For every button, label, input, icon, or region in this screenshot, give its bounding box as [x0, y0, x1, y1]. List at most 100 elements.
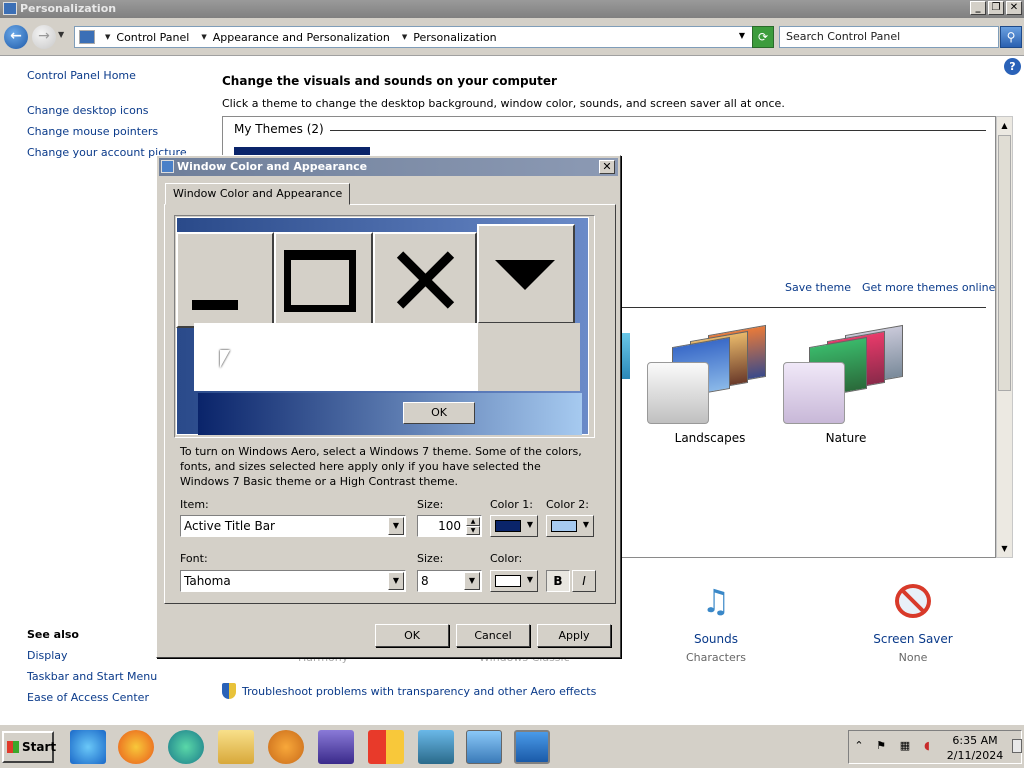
save-theme-link[interactable]: Save theme [785, 281, 851, 294]
remote-desktop-icon[interactable] [466, 730, 502, 764]
font-size-label: Size: [417, 552, 444, 565]
theme-label-nature: Nature [825, 431, 867, 445]
page-subtitle: Click a theme to change the desktop back… [222, 97, 785, 110]
firefox-icon[interactable] [118, 730, 154, 764]
file-explorer-icon[interactable] [218, 730, 254, 764]
address-bar[interactable]: ▼ Control Panel ▼ Appearance and Personali… [74, 26, 774, 48]
visual-studio-icon[interactable] [318, 730, 354, 764]
address-dropdown-icon[interactable]: ▼ [739, 31, 745, 40]
forward-button[interactable]: → [32, 25, 56, 49]
personalization-taskbar-icon[interactable] [514, 730, 550, 764]
scroll-thumb[interactable] [998, 135, 1011, 391]
see-also-heading: See also [27, 628, 79, 641]
clock-date: 2/11/2024 [946, 749, 1004, 762]
sounds-icon: ♫ [701, 582, 731, 620]
show-desktop-button[interactable] [1012, 739, 1022, 753]
chevron-down-icon[interactable]: ▼ [464, 572, 480, 590]
landscapes-thumbnail [647, 362, 709, 424]
dialog-apply-button[interactable]: Apply [537, 624, 611, 647]
back-button[interactable]: ← [4, 25, 28, 49]
windows-logo-icon [7, 741, 19, 753]
clock[interactable]: 6:35 AM 2/11/2024 [942, 733, 1008, 763]
dialog-cancel-button[interactable]: Cancel [456, 624, 530, 647]
chevron-down-icon: ▼ [582, 520, 589, 529]
mouse-cursor-icon [220, 350, 230, 368]
font-color-swatch [495, 575, 521, 587]
navigation-bar: ← → ▼ ▼ Control Panel ▼ Appearance and Per… [0, 18, 1024, 56]
color2-swatch [551, 520, 577, 532]
screen-saver-icon [893, 578, 933, 624]
sounds-sub: Characters [685, 651, 747, 664]
color1-swatch [495, 520, 521, 532]
themes-scrollbar[interactable]: ▲ ▼ [996, 116, 1013, 558]
bold-toggle[interactable]: B [546, 570, 570, 592]
see-also-ease-of-access[interactable]: Ease of Access Center [27, 691, 149, 704]
appearance-preview[interactable]: OK [174, 215, 595, 438]
minimize-button[interactable]: _ [970, 1, 986, 15]
edge-icon[interactable] [168, 730, 204, 764]
preview-ok-button: OK [403, 402, 475, 424]
font-select[interactable]: Tahoma ▼ [180, 570, 406, 592]
refresh-button[interactable]: ⟳ [752, 26, 774, 48]
scroll-up-icon[interactable]: ▲ [997, 117, 1012, 134]
color1-picker[interactable]: ▼ [490, 515, 538, 537]
color2-picker[interactable]: ▼ [546, 515, 594, 537]
dialog-title: Window Color and Appearance [177, 160, 368, 173]
breadcrumb-personalization[interactable]: ▼ Personalization [396, 31, 497, 44]
volume-muted-icon[interactable]: ◖ [920, 739, 934, 753]
sounds-item[interactable]: ♫ Sounds Characters [656, 578, 776, 664]
font-color-picker[interactable]: ▼ [490, 570, 538, 592]
troubleshoot-link[interactable]: Troubleshoot problems with transparency … [222, 683, 596, 699]
sidebar-change-desktop-icons[interactable]: Change desktop icons [27, 104, 149, 117]
chevron-down-icon[interactable]: ▼ [388, 517, 404, 535]
italic-toggle[interactable]: I [572, 570, 596, 592]
clock-time: 6:35 AM [952, 734, 998, 747]
help-icon[interactable]: ? [1004, 58, 1021, 75]
network-tray-icon[interactable]: ▦ [898, 739, 912, 753]
preview-maximize-icon [274, 232, 373, 328]
preview-close-icon [373, 232, 477, 328]
size-spinner[interactable]: 100 ▲ ▼ [417, 515, 482, 537]
breadcrumb-appearance[interactable]: ▼ Appearance and Personalization [195, 31, 390, 44]
dialog-ok-button[interactable]: OK [375, 624, 449, 647]
close-button[interactable]: ✕ [1006, 1, 1022, 15]
nature-thumbnail [783, 362, 845, 424]
see-also-taskbar[interactable]: Taskbar and Start Menu [27, 670, 157, 683]
office-icon[interactable] [368, 730, 404, 764]
font-size-select[interactable]: 8 ▼ [417, 570, 482, 592]
media-player-icon[interactable] [268, 730, 304, 764]
item-label: Item: [180, 498, 209, 511]
dialog-icon [161, 160, 174, 173]
sidebar-change-mouse-pointers[interactable]: Change mouse pointers [27, 125, 158, 138]
tab-window-color[interactable]: Window Color and Appearance [165, 183, 351, 205]
sounds-label: Sounds [693, 632, 739, 646]
restore-button[interactable]: ❐ [988, 1, 1004, 15]
breadcrumb-control-panel[interactable]: ▼ Control Panel [99, 31, 189, 44]
see-also-display[interactable]: Display [27, 649, 68, 662]
flag-icon[interactable]: ⚑ [874, 739, 888, 753]
shield-icon [222, 683, 236, 699]
internet-explorer-icon[interactable] [70, 730, 106, 764]
network-icon[interactable] [418, 730, 454, 764]
spin-up-icon[interactable]: ▲ [466, 517, 480, 526]
page-title: Change the visuals and sounds on your co… [222, 74, 557, 88]
window-title-bar: Personalization _ ❐ ✕ [0, 0, 1024, 18]
scroll-down-icon[interactable]: ▼ [997, 540, 1012, 557]
spin-down-icon[interactable]: ▼ [466, 526, 480, 535]
chevron-down-icon: ▼ [526, 575, 533, 584]
theme-thumbnail-partial[interactable] [620, 333, 630, 379]
sidebar-control-panel-home[interactable]: Control Panel Home [27, 69, 136, 82]
chevron-down-icon[interactable]: ▼ [388, 572, 404, 590]
screen-saver-item[interactable]: Screen Saver None [853, 578, 973, 664]
recent-pages-dropdown[interactable]: ▼ [58, 30, 64, 39]
window-color-dialog: Window Color and Appearance ✕ Window Col… [156, 155, 621, 658]
start-button[interactable]: Start [2, 731, 56, 763]
search-icon[interactable]: ⚲ [1000, 26, 1022, 48]
item-select[interactable]: Active Title Bar ▼ [180, 515, 406, 537]
get-more-themes-link[interactable]: Get more themes online [862, 281, 995, 294]
show-hidden-icons[interactable]: ⌃ [852, 739, 866, 753]
dialog-close-button[interactable]: ✕ [599, 160, 615, 174]
my-theme-thumbnail[interactable] [234, 147, 370, 155]
search-input[interactable]: Search Control Panel [779, 26, 999, 48]
color2-label: Color 2: [546, 498, 589, 511]
